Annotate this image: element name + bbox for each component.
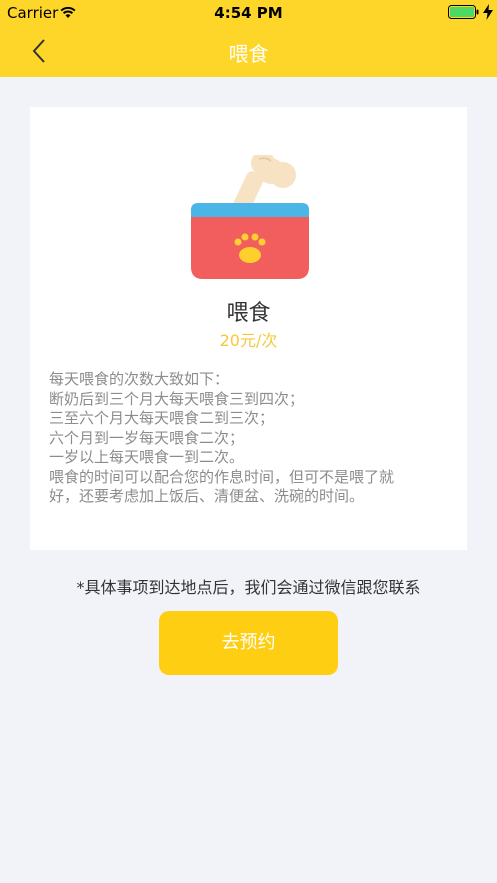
charging-icon (483, 4, 493, 20)
page-title: 喂食 (228, 42, 269, 66)
status-time: 4:54 PM (214, 4, 283, 22)
service-description: 每天喂食的次数大致如下： 断奶后到三个月大每天喂食三到四次； 三至六个月大每天喂… (49, 370, 449, 507)
description-line: 每天喂食的次数大致如下： (49, 370, 230, 388)
pet-bowl-icon (191, 155, 309, 279)
description-line: 六个月到一岁每天喂食二次； (49, 428, 245, 447)
battery-icon (448, 5, 479, 19)
description-line: 好，还要考虑加上饭后、清便盆、洗碗的时间。 (49, 487, 365, 505)
nav-header: Carrier 4:54 PM 喂食 (0, 0, 497, 77)
description-line: 一岁以上每天喂食一到二次。 (49, 448, 245, 466)
contact-notice: *具体事项到达地点后，我们会通过微信跟您联系 (76, 578, 421, 597)
service-price: 20元/次 (219, 331, 278, 350)
description-line: 断奶后到三个月大每天喂食三到四次； (49, 389, 305, 408)
description-line: 喂食的时间可以配合您的作息时间，但可不是喂了就 (49, 467, 395, 486)
status-bar: Carrier 4:54 PM (0, 0, 497, 26)
description-line: 三至六个月大每天喂食二到三次； (49, 409, 275, 427)
service-card: 喂食 20元/次 每天喂食的次数大致如下： 断奶后到三个月大每天喂食三到四次； … (30, 107, 467, 550)
book-button[interactable]: 去预约 (159, 611, 338, 675)
service-name: 喂食 (226, 301, 271, 326)
